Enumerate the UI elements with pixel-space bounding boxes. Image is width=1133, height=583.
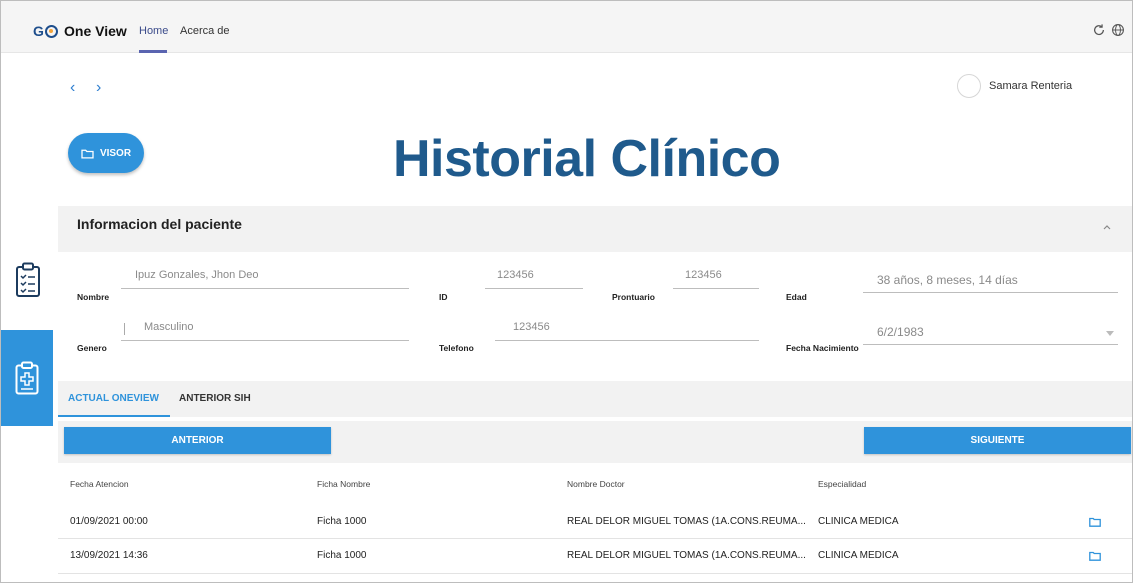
table-row[interactable]: 01/09/2021 00:00 Ficha 1000 REAL DELOR M… xyxy=(58,505,1132,539)
folder-icon[interactable] xyxy=(1089,517,1101,527)
column-header-especialidad[interactable]: Especialidad xyxy=(818,479,866,489)
edad-field[interactable]: 38 años, 8 meses, 14 días xyxy=(863,267,1118,293)
folder-icon xyxy=(81,149,94,159)
nombre-value: Ipuz Gonzales, Jhon Deo xyxy=(135,269,259,281)
visor-button[interactable]: VISOR xyxy=(68,133,144,173)
previous-button[interactable]: ANTERIOR xyxy=(64,427,331,454)
next-button[interactable]: SIGUIENTE xyxy=(864,427,1131,454)
patient-section-title: Informacion del paciente xyxy=(77,216,242,232)
genero-field[interactable]: Masculino xyxy=(121,315,409,341)
page-title: Historial Clínico xyxy=(393,130,781,188)
text-cursor xyxy=(124,323,125,335)
fecha-nacimiento-label: Fecha Nacimiento xyxy=(786,343,859,353)
telefono-field[interactable]: 123456 xyxy=(495,315,759,341)
cell-ficha: Ficha 1000 xyxy=(317,550,367,561)
column-header-fecha[interactable]: Fecha Atencion xyxy=(70,479,129,489)
avatar[interactable] xyxy=(957,74,981,98)
id-field[interactable]: 123456 xyxy=(485,263,583,289)
app-name: One View xyxy=(64,23,127,39)
telefono-value: 123456 xyxy=(513,321,550,333)
sidebar-item-active[interactable] xyxy=(1,330,53,426)
nav-active-indicator xyxy=(139,50,167,53)
forward-arrow-icon[interactable]: › xyxy=(96,79,101,97)
prontuario-label: Prontuario xyxy=(612,292,655,302)
dropdown-arrow-icon[interactable] xyxy=(1106,331,1114,336)
cell-fecha: 01/09/2021 00:00 xyxy=(70,516,148,527)
edad-label: Edad xyxy=(786,292,807,302)
user-name[interactable]: Samara Renteria xyxy=(989,80,1072,92)
prontuario-field[interactable]: 123456 xyxy=(673,263,759,289)
folder-icon[interactable] xyxy=(1089,551,1101,561)
logo: GOG xyxy=(33,23,58,39)
table-row[interactable]: 13/09/2021 14:36 Ficha 1000 REAL DELOR M… xyxy=(58,540,1132,574)
globe-icon[interactable] xyxy=(1111,23,1125,37)
telefono-label: Telefono xyxy=(439,343,474,353)
back-arrow-icon[interactable]: ‹ xyxy=(70,79,75,97)
edad-value: 38 años, 8 meses, 14 días xyxy=(877,273,1018,287)
cell-doctor: REAL DELOR MIGUEL TOMAS (1A.CONS.REUMA..… xyxy=(567,550,806,561)
nombre-label: Nombre xyxy=(77,292,110,302)
column-header-ficha[interactable]: Ficha Nombre xyxy=(317,479,370,489)
fecha-nacimiento-field[interactable]: 6/2/1983 xyxy=(863,319,1118,345)
visor-label: VISOR xyxy=(99,147,132,159)
refresh-icon[interactable] xyxy=(1092,23,1106,37)
cell-fecha: 13/09/2021 14:36 xyxy=(70,550,148,561)
fecha-nacimiento-value: 6/2/1983 xyxy=(877,325,924,339)
app-window: GOG One View Home Acerca de ‹ › xyxy=(0,0,1133,583)
tab-active-indicator xyxy=(58,415,170,417)
clipboard-checklist-icon[interactable] xyxy=(15,262,41,298)
tab-actual-oneview[interactable]: ACTUAL ONEVIEW xyxy=(68,393,159,404)
cell-doctor: REAL DELOR MIGUEL TOMAS (1A.CONS.REUMA..… xyxy=(567,516,806,527)
genero-value: Masculino xyxy=(144,321,194,333)
id-value: 123456 xyxy=(497,269,534,281)
tab-anterior-sih[interactable]: ANTERIOR SIH xyxy=(179,393,251,404)
top-bar: GOG One View Home Acerca de xyxy=(1,1,1132,53)
genero-label: Genero xyxy=(77,343,107,353)
nav-about[interactable]: Acerca de xyxy=(180,25,230,37)
id-label: ID xyxy=(439,292,448,302)
prontuario-value: 123456 xyxy=(685,269,722,281)
patient-section-header[interactable]: Informacion del paciente xyxy=(58,206,1132,252)
nombre-field[interactable]: Ipuz Gonzales, Jhon Deo xyxy=(121,263,409,289)
nav-home[interactable]: Home xyxy=(139,25,168,37)
medical-clipboard-icon xyxy=(15,361,39,395)
cell-especialidad: CLINICA MEDICA xyxy=(818,550,899,561)
column-header-doctor[interactable]: Nombre Doctor xyxy=(567,479,625,489)
cell-especialidad: CLINICA MEDICA xyxy=(818,516,899,527)
cell-ficha: Ficha 1000 xyxy=(317,516,367,527)
chevron-up-icon[interactable] xyxy=(1102,222,1112,232)
logo-o-icon xyxy=(44,25,58,38)
